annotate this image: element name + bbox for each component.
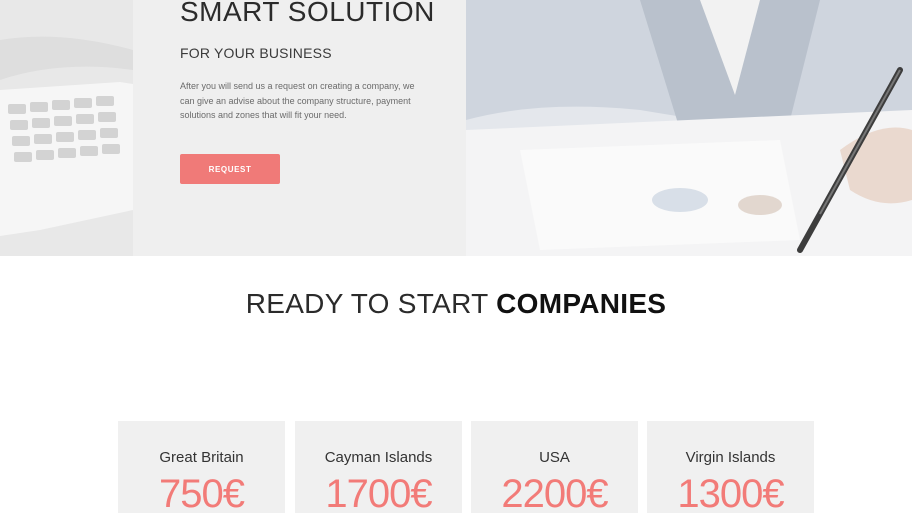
heading-bold-text: COMPANIES [496,288,667,319]
hero-description: After you will send us a request on crea… [180,81,415,120]
company-card-cayman-islands[interactable]: Cayman Islands 1700€ [295,421,462,513]
companies-heading: READY TO START COMPANIES [0,288,912,320]
company-card-virgin-islands[interactable]: Virgin Islands 1300€ [647,421,814,513]
company-card-price: 750€ [159,472,245,513]
company-card-name: USA [539,449,570,466]
company-card-price: 2200€ [501,472,608,513]
company-card-name: Virgin Islands [685,449,776,466]
hero-text-panel: SMART SOLUTION FOR YOUR BUSINESS After y… [133,0,466,256]
company-card-price: 1700€ [325,472,432,513]
company-card-great-britain[interactable]: Great Britain 750€ [118,421,285,513]
heading-light-text: READY TO START [245,288,488,319]
company-card-name: Cayman Islands [324,449,433,466]
company-price-cards: Great Britain 750€ Cayman Islands 1700€ … [118,421,814,513]
hero-subtitle: FOR YOUR BUSINESS [180,45,332,61]
company-card-usa[interactable]: USA 2200€ [471,421,638,513]
hero-title: SMART SOLUTION [180,0,435,27]
hero-banner: SMART SOLUTION FOR YOUR BUSINESS After y… [0,0,912,256]
company-card-price: 1300€ [677,472,784,513]
company-card-name: Great Britain [159,449,244,466]
request-button[interactable]: REQUEST [180,154,280,184]
